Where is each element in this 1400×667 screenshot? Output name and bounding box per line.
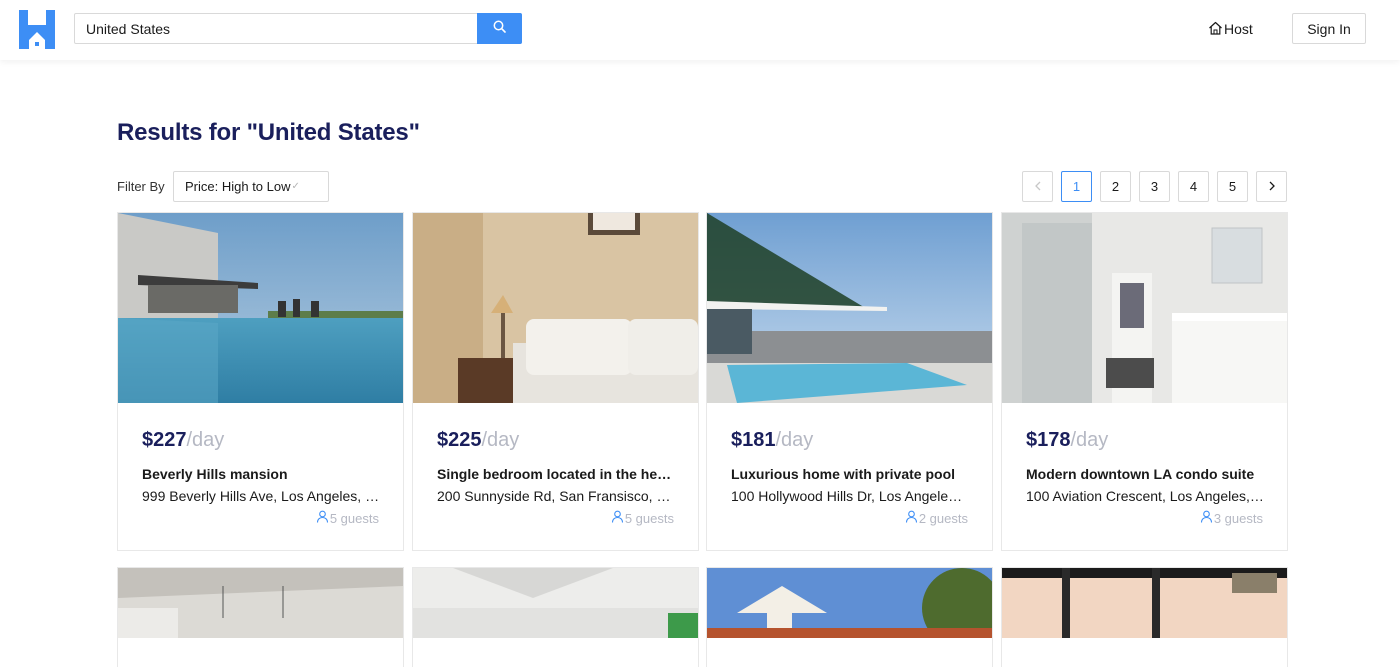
listing-card[interactable]: $178/day Modern downtown LA condo suite …: [1001, 212, 1288, 551]
house-h-logo-icon[interactable]: [19, 10, 55, 49]
price-amount: $181: [731, 429, 776, 451]
sort-select-value: Price: High to Low: [185, 179, 291, 194]
price-unit: /day: [775, 429, 814, 451]
price-amount: $178: [1026, 429, 1071, 451]
listing-card[interactable]: $181/day Luxurious home with private poo…: [706, 212, 993, 551]
guest-count-label: 3 guests: [1213, 510, 1263, 526]
bathroom-photo: [1002, 213, 1287, 403]
user-icon: [1200, 510, 1213, 526]
search-bar: [74, 13, 522, 44]
guest-count-label: 5 guests: [329, 510, 379, 526]
listing-title[interactable]: Modern downtown LA condo suite: [1026, 466, 1264, 482]
listing-address: 999 Beverly Hills Ave, Los Angeles, CA: [142, 488, 380, 504]
page-title: Results for "United States": [117, 119, 420, 146]
listing-title[interactable]: Luxurious home with private pool: [731, 466, 969, 482]
search-button[interactable]: [477, 13, 522, 44]
listing-card[interactable]: [117, 567, 404, 667]
user-icon: [611, 510, 624, 526]
listing-card[interactable]: [412, 567, 699, 667]
home-icon: [1208, 21, 1223, 38]
listing-address: 100 Hollywood Hills Dr, Los Angeles, CA: [731, 488, 969, 504]
listing-title[interactable]: Beverly Hills mansion: [142, 466, 380, 482]
listing-title[interactable]: Single bedroom located in the heart of S…: [437, 466, 675, 482]
price-amount: $227: [142, 429, 187, 451]
price-unit: /day: [1070, 429, 1109, 451]
guest-count: 5 guests: [316, 510, 379, 526]
listing-card[interactable]: [1001, 567, 1288, 667]
sunset-room-photo: [1002, 568, 1287, 638]
page-button-3[interactable]: 3: [1139, 171, 1170, 202]
user-icon: [316, 510, 329, 526]
host-label: Host: [1224, 21, 1253, 37]
sign-in-button[interactable]: Sign In: [1292, 13, 1366, 44]
sort-select[interactable]: Price: High to Low ✓: [173, 171, 329, 202]
chevron-down-icon: ✓: [291, 181, 300, 192]
price: $178/day: [1026, 429, 1108, 452]
guest-count-label: 2 guests: [918, 510, 968, 526]
user-icon: [905, 510, 918, 526]
filter-label: Filter By: [117, 179, 165, 194]
guest-count: 2 guests: [905, 510, 968, 526]
spanish-villa-photo: [707, 568, 992, 638]
hillside-pool-photo: [707, 213, 992, 403]
page-button-5[interactable]: 5: [1217, 171, 1248, 202]
host-link[interactable]: Host: [1208, 19, 1253, 39]
price-unit: /day: [186, 429, 225, 451]
chevron-left-icon: [1034, 179, 1042, 194]
chevron-right-icon: [1268, 179, 1276, 194]
price-amount: $225: [437, 429, 482, 451]
price: $225/day: [437, 429, 519, 452]
next-page-button[interactable]: [1256, 171, 1287, 202]
guest-count-label: 5 guests: [624, 510, 674, 526]
listing-address: 200 Sunnyside Rd, San Fransisco, CA: [437, 488, 675, 504]
listing-card[interactable]: $225/day Single bedroom located in the h…: [412, 212, 699, 551]
page-button-2[interactable]: 2: [1100, 171, 1131, 202]
listing-card[interactable]: [706, 567, 993, 667]
price: $181/day: [731, 429, 813, 452]
price-unit: /day: [481, 429, 520, 451]
page-button-4[interactable]: 4: [1178, 171, 1209, 202]
infinity-pool-photo: [118, 213, 403, 403]
top-nav: Host Sign In: [0, 0, 1400, 60]
guest-count: 5 guests: [611, 510, 674, 526]
listing-card[interactable]: $227/day Beverly Hills mansion 999 Bever…: [117, 212, 404, 551]
prev-page-button[interactable]: [1022, 171, 1053, 202]
kitchen-photo: [118, 568, 403, 638]
price: $227/day: [142, 429, 224, 452]
page-button-1[interactable]: 1: [1061, 171, 1092, 202]
guest-count: 3 guests: [1200, 510, 1263, 526]
search-icon: [493, 20, 506, 38]
listing-address: 100 Aviation Crescent, Los Angeles, CA: [1026, 488, 1264, 504]
loft-photo: [413, 568, 698, 638]
search-input[interactable]: [75, 14, 478, 43]
bedroom-photo: [413, 213, 698, 403]
